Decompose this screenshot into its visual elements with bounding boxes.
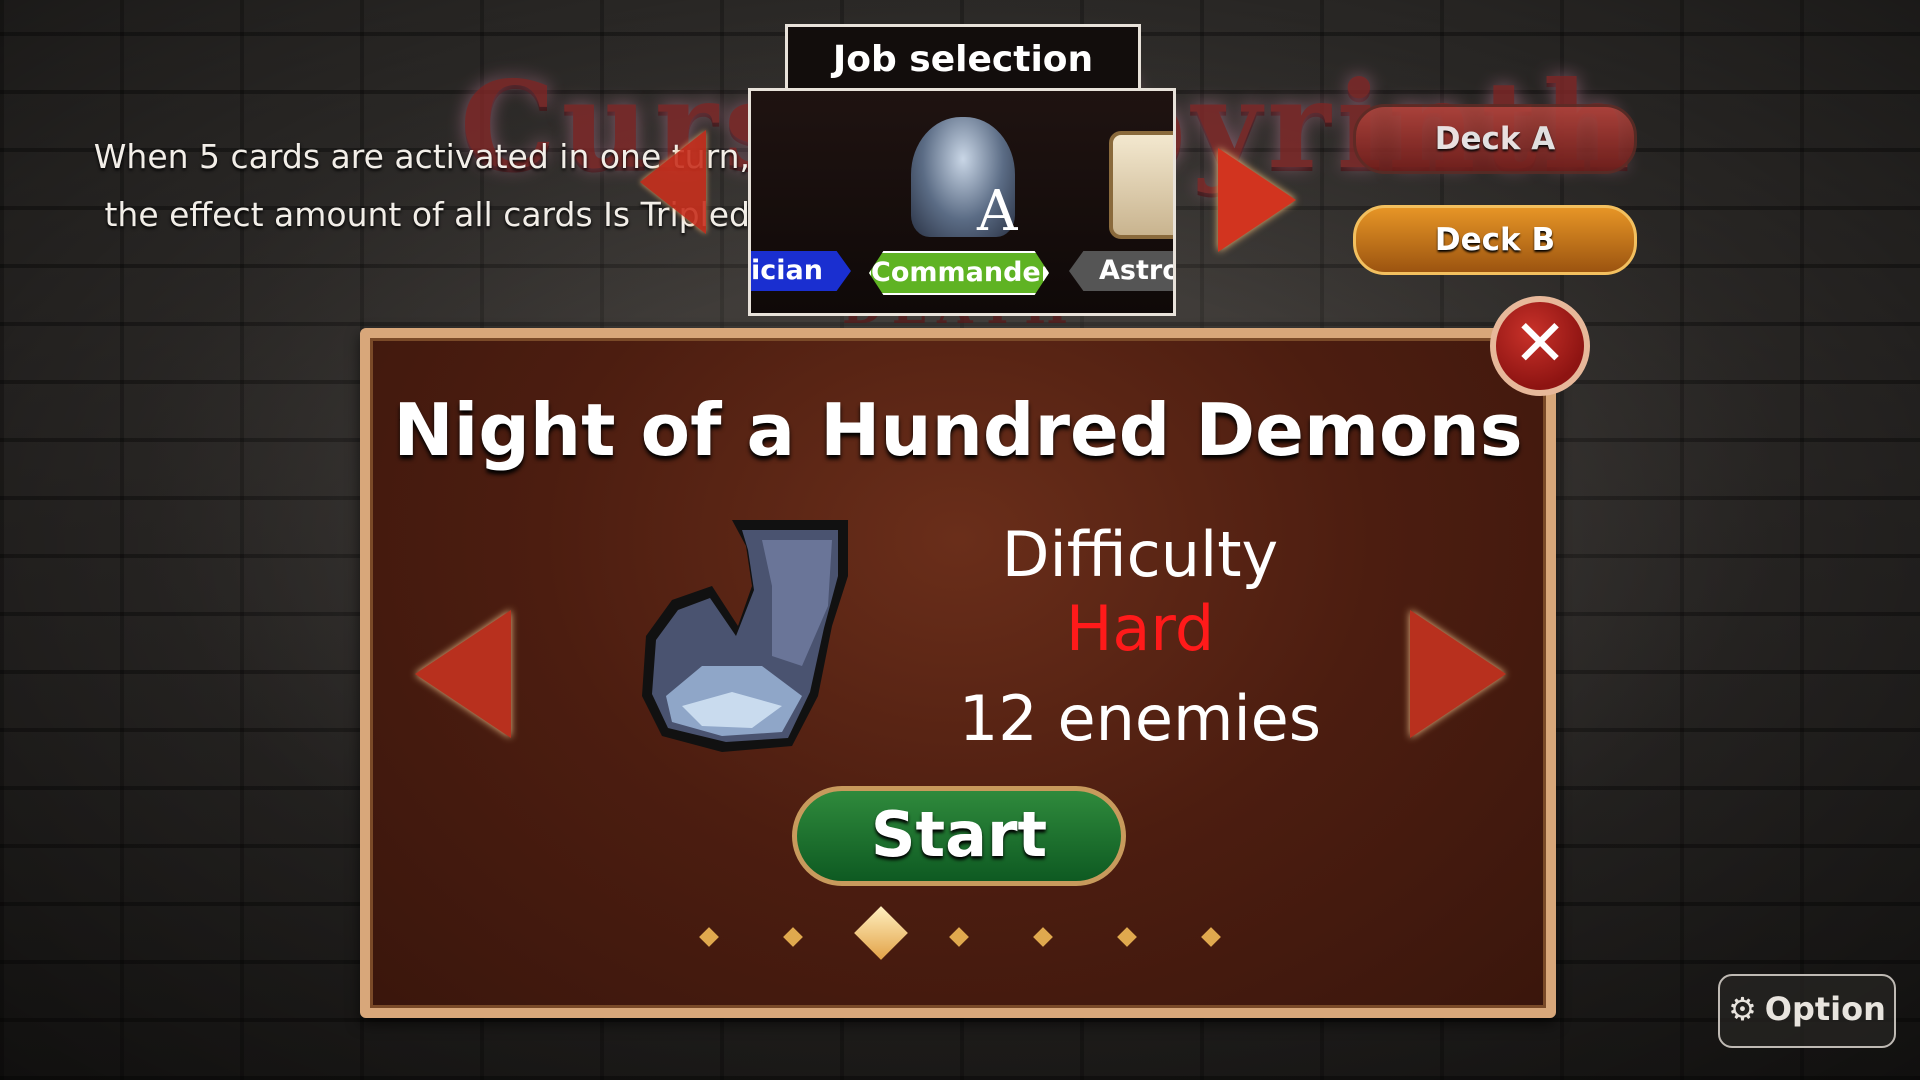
page-dot[interactable]	[783, 927, 803, 947]
job-prev-arrow-icon[interactable]	[640, 130, 706, 234]
stage-page-indicator	[690, 906, 1230, 968]
page-dot[interactable]	[1201, 927, 1221, 947]
job-selection-title: Job selection	[785, 24, 1141, 93]
difficulty-value: Hard	[1065, 592, 1215, 665]
job-card-commander[interactable]: A Commander	[869, 91, 1049, 313]
job-card-astrologer[interactable]: Astrolc	[1069, 91, 1173, 313]
difficulty-label: Difficulty	[1001, 518, 1279, 591]
job-grade: A	[977, 179, 1018, 244]
page-dot-active[interactable]	[854, 906, 908, 960]
option-button[interactable]: ⚙ Option	[1718, 974, 1896, 1048]
deck-a-button[interactable]: Deck A	[1353, 104, 1637, 174]
stage-next-arrow-icon[interactable]	[1410, 610, 1506, 738]
page-dot[interactable]	[1033, 927, 1053, 947]
scroll-icon	[1109, 131, 1173, 239]
page-dot[interactable]	[1117, 927, 1137, 947]
gear-icon: ⚙	[1728, 990, 1757, 1028]
job-label-magician: gician	[751, 251, 851, 291]
page-dot[interactable]	[949, 927, 969, 947]
job-next-arrow-icon[interactable]	[1218, 148, 1296, 252]
job-label-commander: Commander	[869, 251, 1049, 295]
close-button[interactable]: ✕	[1490, 296, 1590, 396]
start-button[interactable]: Start	[792, 786, 1126, 886]
job-label-astrologer: Astrolc	[1069, 251, 1173, 291]
stage-prev-arrow-icon[interactable]	[415, 610, 511, 738]
deck-b-button[interactable]: Deck B	[1353, 205, 1637, 275]
option-label: Option	[1764, 990, 1886, 1028]
stage-title: Night of a Hundred Demons	[393, 388, 1523, 472]
page-dot[interactable]	[699, 927, 719, 947]
demon-wing-icon	[642, 520, 848, 752]
close-icon: ✕	[1513, 307, 1567, 381]
job-card-magician[interactable]: gician	[751, 91, 851, 313]
job-selection-carousel: gician A Commander Astrolc	[748, 88, 1176, 316]
enemy-count: 12 enemies	[958, 682, 1322, 755]
